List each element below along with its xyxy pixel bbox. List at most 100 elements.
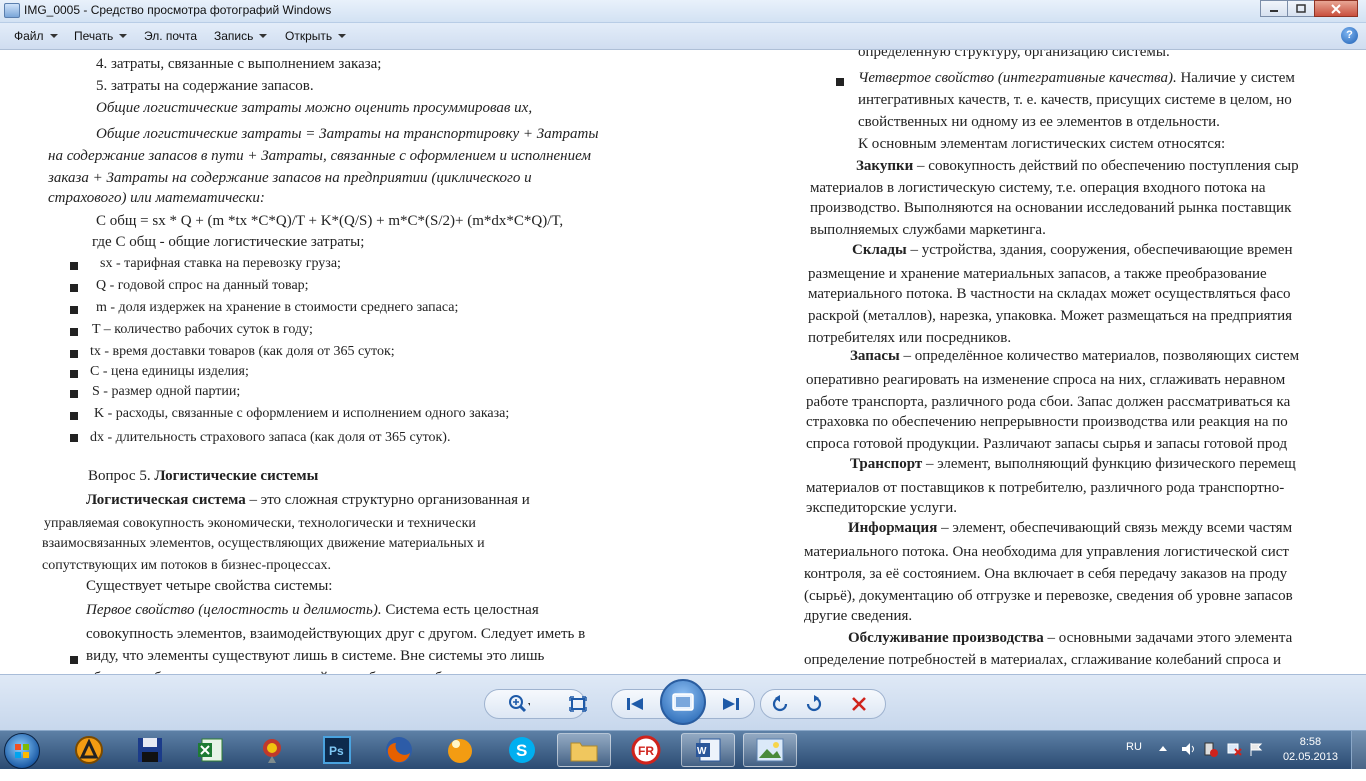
usb-icon[interactable] (1202, 741, 1218, 779)
menu-file[interactable]: Файл (14, 29, 58, 43)
minimize-button[interactable] (1260, 0, 1288, 17)
windows-logo-icon (15, 744, 29, 758)
messenger-icon (448, 739, 472, 763)
right-text-line: страховка по обеспечению непрерывности п… (806, 414, 1288, 430)
menu-email[interactable]: Эл. почта (144, 29, 197, 43)
right-text-line: оперативно реагировать на изменение спро… (806, 372, 1286, 388)
window-title: IMG_0005 - Средство просмотра фотографий… (24, 3, 332, 17)
slideshow-icon (672, 693, 694, 711)
menu-burn[interactable]: Запись (214, 29, 268, 43)
right-text-line: раскрой (металлов), нарезка, упаковка. М… (808, 308, 1293, 324)
right-text-line: Четвертое свойство (интегративные качест… (858, 70, 1295, 86)
left-text-line: С общ = sx * Q + (m *tx *C*Q)/T + K*(Q/S… (96, 213, 564, 229)
taskbar-finereader[interactable]: FR (619, 733, 673, 767)
menu-burn-label: Запись (214, 29, 254, 43)
previous-icon (627, 698, 643, 710)
left-text-line: K - расходы, связанные с оформлением и и… (94, 406, 510, 421)
right-text-line: Обслуживание производства – основными за… (848, 630, 1293, 646)
speaker-icon (1182, 743, 1194, 755)
floppy-icon (138, 738, 162, 762)
right-text-line: (сырьё), документацию об отгрузке и пере… (804, 588, 1293, 604)
menu-print[interactable]: Печать (74, 29, 128, 43)
bullet-icon (70, 328, 78, 336)
taskbar-messenger[interactable] (433, 733, 487, 767)
delete-icon (852, 697, 866, 711)
network-icon (263, 739, 281, 763)
delete-button[interactable] (848, 693, 870, 715)
maximize-button[interactable] (1287, 0, 1315, 17)
taskbar-photoshop[interactable]: Ps (310, 733, 364, 767)
menu-print-label: Печать (74, 29, 114, 43)
taskbar-photo-viewer[interactable] (743, 733, 797, 767)
show-desktop-button[interactable] (1351, 731, 1366, 769)
svg-text:Ps: Ps (329, 744, 344, 758)
slideshow-button[interactable] (660, 679, 706, 725)
safely-remove-icon (1204, 742, 1218, 757)
menu-open-label: Открыть (285, 29, 333, 43)
photo-viewer-icon (756, 738, 784, 762)
volume-icon[interactable] (1180, 741, 1196, 779)
rotate-cw-icon (806, 695, 822, 712)
bullet-icon (70, 390, 78, 398)
minimize-icon (1270, 9, 1278, 12)
left-text-line: T – количество рабочих суток в году; (92, 322, 313, 337)
taskbar-firefox[interactable] (372, 733, 426, 767)
zoom-button[interactable] (508, 693, 530, 715)
svg-text:FR: FR (638, 744, 654, 758)
viewer-toolbar (0, 674, 1366, 731)
rotate-right-button[interactable] (803, 693, 825, 715)
network-status-icon[interactable] (1226, 741, 1242, 779)
left-text-line: Общие логистические затраты = Затраты на… (96, 126, 599, 142)
start-button[interactable] (4, 733, 40, 769)
help-button[interactable]: ? (1341, 27, 1358, 44)
menu-open[interactable]: Открыть (285, 29, 347, 43)
close-button[interactable] (1314, 0, 1358, 17)
excel-icon (198, 738, 223, 762)
rotate-left-button[interactable] (769, 693, 791, 715)
taskbar-skype[interactable]: S (495, 733, 549, 767)
taskbar-excel[interactable] (183, 733, 237, 767)
left-text-line: страхового) или математически: (48, 190, 265, 206)
right-text-line: Запасы – определённое количество материа… (850, 348, 1300, 364)
taskbar-save[interactable] (123, 733, 177, 767)
right-text-line: спроса готовой продукции. Различают запа… (806, 436, 1288, 452)
right-text-line: Информация – элемент, обеспечивающий свя… (848, 520, 1293, 536)
svg-text:W: W (697, 746, 707, 757)
svg-text:S: S (516, 741, 527, 760)
left-text-line: Существует четыре свойства системы: (86, 578, 333, 594)
right-text-line: экспедиторские услуги. (806, 500, 957, 516)
left-text-line: tx - время доставки товаров (как доля от… (90, 344, 395, 359)
chevron-up-icon (1159, 746, 1167, 751)
skype-icon: S (509, 737, 535, 763)
menu-bar: Файл Печать Эл. почта Запись Открыть ? (0, 23, 1366, 50)
taskbar-explorer[interactable] (557, 733, 611, 767)
language-indicator[interactable]: RU (1126, 741, 1142, 779)
tray-expand-icon[interactable] (1158, 743, 1168, 781)
window-controls (1260, 0, 1358, 18)
right-text-line: К основным элементам логистических систе… (858, 136, 1226, 152)
clock[interactable]: 8:58 02.05.2013 (1283, 735, 1338, 765)
actual-size-button[interactable] (567, 693, 589, 715)
right-text-line: работе транспорта, различного рода сбои.… (806, 394, 1291, 410)
left-text-line: заказа + Затраты на содержание запасов н… (48, 170, 532, 186)
next-button[interactable] (720, 693, 742, 715)
maximize-icon (1296, 4, 1306, 13)
action-center-icon[interactable] (1248, 741, 1264, 779)
photo-viewport[interactable]: 4. затраты, связанные с выполнением зака… (0, 50, 1366, 674)
right-text-line: потребителях или посредников. (808, 330, 1012, 346)
taskbar-network[interactable] (245, 733, 299, 767)
taskbar: Ps S FR W RU 8:58 02.05.2013 (0, 730, 1366, 769)
title-bar: IMG_0005 - Средство просмотра фотографий… (0, 0, 1366, 23)
left-text-line: m - доля издержек на хранение в стоимост… (96, 300, 459, 315)
bullet-icon (70, 434, 78, 442)
previous-button[interactable] (624, 693, 646, 715)
right-text-line: размещение и хранение материальных запас… (808, 266, 1267, 282)
left-text-line: совокупность элементов, взаимодействующи… (86, 626, 586, 642)
left-text-line: Логистическая система – это сложная стру… (86, 492, 530, 508)
taskbar-word[interactable]: W (681, 733, 735, 767)
bullet-icon (70, 306, 78, 314)
taskbar-aimp[interactable] (62, 733, 116, 767)
left-text-line: 4. затраты, связанные с выполнением зака… (96, 56, 382, 72)
left-text-line: sx - тарифная ставка на перевозку груза; (100, 256, 341, 271)
folder-icon (570, 742, 598, 762)
